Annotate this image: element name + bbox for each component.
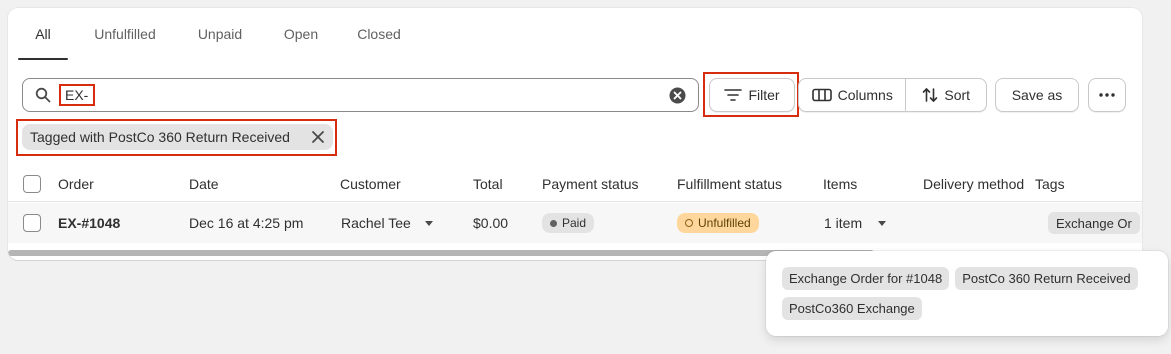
header-total[interactable]: Total xyxy=(473,166,503,201)
payment-status-badge: Paid xyxy=(542,213,595,233)
clear-circle-icon[interactable] xyxy=(669,87,686,104)
columns-icon xyxy=(811,88,832,102)
order-id[interactable]: EX-#1048 xyxy=(58,203,120,243)
tab-all[interactable]: All xyxy=(8,8,68,60)
sort-button[interactable]: Sort xyxy=(906,79,986,111)
header-fulfillment-status[interactable]: Fulfillment status xyxy=(677,166,782,201)
tab-open[interactable]: Open xyxy=(258,8,344,60)
items-count: 1 item xyxy=(824,215,863,231)
tag-pill: PostCo360 Exchange xyxy=(782,297,922,320)
customer-cell[interactable]: Rachel Tee xyxy=(341,203,433,243)
row-checkbox[interactable] xyxy=(23,214,41,232)
filter-icon xyxy=(724,89,743,101)
select-all-checkbox[interactable] xyxy=(23,174,41,193)
table-header: Order Date Customer Total Payment status… xyxy=(8,166,1142,202)
sort-label: Sort xyxy=(944,87,971,103)
customer-name: Rachel Tee xyxy=(341,215,411,231)
tags-popover: Exchange Order for #1048 PostCo 360 Retu… xyxy=(766,251,1168,336)
search-icon xyxy=(35,87,51,103)
applied-filter-chip: Tagged with PostCo 360 Return Received xyxy=(22,124,333,150)
search-field[interactable] xyxy=(22,78,699,112)
filter-label: Filter xyxy=(748,87,780,103)
chevron-down-icon[interactable] xyxy=(424,220,433,226)
columns-sort-group: Columns Sort xyxy=(798,78,987,112)
more-actions-button[interactable] xyxy=(1088,78,1126,112)
tab-closed[interactable]: Closed xyxy=(344,8,414,60)
columns-button[interactable]: Columns xyxy=(799,79,907,111)
save-as-button[interactable]: Save as xyxy=(995,78,1079,112)
fulfillment-status-badge: Unfulfilled xyxy=(677,213,759,233)
sort-icon xyxy=(923,88,938,102)
table-row[interactable]: EX-#1048 Dec 16 at 4:25 pm Rachel Tee $0… xyxy=(8,203,1142,243)
save-as-label: Save as xyxy=(1011,87,1063,103)
header-order[interactable]: Order xyxy=(58,166,94,201)
header-payment-status[interactable]: Payment status xyxy=(542,166,639,201)
tab-unpaid[interactable]: Unpaid xyxy=(182,8,258,60)
tab-unfulfilled[interactable]: Unfulfilled xyxy=(68,8,182,60)
items-cell[interactable]: 1 item xyxy=(824,203,887,243)
order-tabs: All Unfulfilled Unpaid Open Closed xyxy=(8,8,414,60)
chevron-down-icon[interactable] xyxy=(878,220,887,226)
scrollbar-thumb[interactable] xyxy=(8,250,874,256)
orders-card: All Unfulfilled Unpaid Open Closed Filte… xyxy=(8,8,1142,260)
filter-button[interactable]: Filter xyxy=(709,78,795,112)
tag-pill: Exchange Order for #1048 xyxy=(782,267,950,290)
fulfillment-status-label: Unfulfilled xyxy=(698,216,751,230)
tag-pill: PostCo 360 Return Received xyxy=(955,267,1138,290)
applied-filter-label: Tagged with PostCo 360 Return Received xyxy=(30,129,290,145)
order-date: Dec 16 at 4:25 pm xyxy=(189,215,304,231)
order-total: $0.00 xyxy=(473,215,509,231)
header-customer[interactable]: Customer xyxy=(340,166,401,201)
header-date[interactable]: Date xyxy=(189,166,219,201)
header-delivery-method[interactable]: Delivery method xyxy=(923,166,1024,201)
payment-status-label: Paid xyxy=(562,216,587,230)
status-ring-icon xyxy=(685,219,693,227)
tag-pill: Exchange Or xyxy=(1048,212,1140,234)
remove-filter-icon[interactable] xyxy=(311,130,325,144)
more-horizontal-icon xyxy=(1099,93,1115,97)
status-dot-icon xyxy=(550,219,557,227)
header-tags[interactable]: Tags xyxy=(1035,166,1065,201)
columns-label: Columns xyxy=(837,87,893,103)
search-input[interactable] xyxy=(59,84,95,106)
header-items[interactable]: Items xyxy=(823,166,857,201)
